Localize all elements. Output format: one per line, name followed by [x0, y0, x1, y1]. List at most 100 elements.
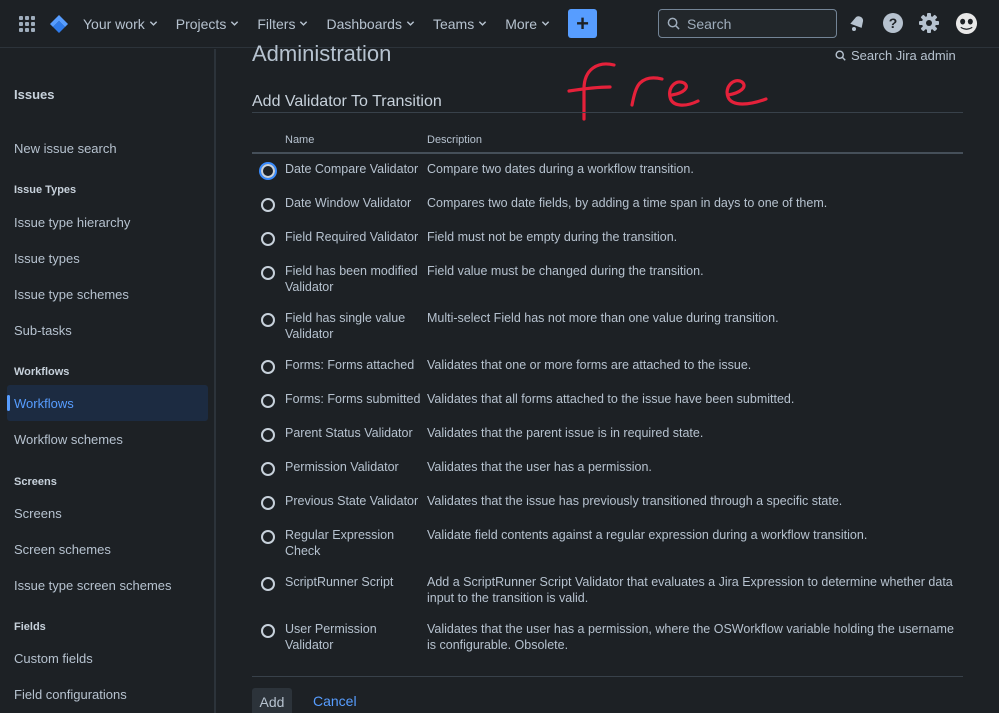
sidebar-item-workflow-schemes[interactable]: Workflow schemes	[14, 432, 123, 447]
radio-date-compare-validator[interactable]	[261, 164, 275, 178]
validator-name: User Permission Validator	[285, 622, 377, 652]
admin-title: Administration	[252, 41, 392, 66]
radio-forms-submitted[interactable]	[261, 394, 275, 408]
validator-name: ScriptRunner Script	[285, 575, 394, 589]
sidebar-heading-issue-types: Issue Types	[14, 184, 77, 196]
sidebar-item-screens[interactable]: Screens	[14, 506, 62, 521]
sidebar: Issues New issue search Issue Types Issu…	[0, 49, 216, 713]
nav-your-work[interactable]: Your work	[83, 16, 158, 32]
global-search[interactable]	[658, 9, 837, 38]
sidebar-title: Issues	[14, 87, 55, 102]
cancel-button[interactable]: Cancel	[313, 693, 357, 709]
sidebar-item-workflows[interactable]: Workflows	[7, 385, 208, 421]
validator-name: Forms: Forms submitted	[285, 392, 421, 406]
radio-regular-expression-check[interactable]	[261, 530, 275, 544]
nav-projects[interactable]: Projects	[176, 16, 240, 32]
chevron-down-icon	[479, 21, 487, 26]
validator-description: Multi-select Field has not more than one…	[427, 311, 779, 325]
validator-description: Validates that the parent issue is in re…	[427, 426, 704, 440]
app-switcher-icon[interactable]	[19, 15, 35, 32]
column-header-description: Description	[427, 134, 483, 146]
validator-name: Field has been modified Validator	[285, 264, 418, 294]
validator-name: Regular Expression Check	[285, 528, 395, 558]
validator-name: Date Window Validator	[285, 196, 412, 210]
nav-teams[interactable]: Teams	[433, 16, 487, 32]
page-title: Add Validator To Transition	[252, 93, 442, 110]
chevron-down-icon	[231, 21, 239, 26]
search-icon	[667, 17, 680, 30]
nav-more-label: More	[505, 15, 538, 32]
sidebar-item-issue-type-screen-schemes[interactable]: Issue type screen schemes	[14, 578, 172, 593]
radio-field-required-validator[interactable]	[261, 232, 275, 246]
sidebar-heading-workflows: Workflows	[14, 366, 70, 378]
nav-dashboards[interactable]: Dashboards	[326, 16, 415, 32]
sidebar-item-issue-types[interactable]: Issue types	[14, 251, 80, 266]
validator-description: Validates that the issue has previously …	[427, 494, 843, 508]
nav-dashboards-label: Dashboards	[326, 15, 402, 32]
validator-name: Parent Status Validator	[285, 426, 413, 440]
validator-description: Field must not be empty during the trans…	[427, 230, 678, 244]
add-button-label: Add	[259, 694, 285, 710]
handwritten-annotation	[567, 62, 768, 121]
sidebar-item-screen-schemes[interactable]: Screen schemes	[14, 542, 111, 557]
validator-description: Compare two dates during a workflow tran…	[427, 162, 694, 176]
divider	[252, 152, 963, 154]
validator-description: Validates that the user has a permission…	[427, 460, 652, 474]
radio-date-window-validator[interactable]	[261, 198, 275, 212]
chevron-down-icon	[149, 21, 157, 26]
chevron-down-icon	[541, 21, 550, 26]
sidebar-heading-screens: Screens	[14, 476, 57, 488]
sidebar-item-issue-type-hierarchy[interactable]: Issue type hierarchy	[14, 215, 130, 230]
validator-description: Validates that all forms attached to the…	[427, 392, 795, 406]
jira-logo-icon[interactable]	[49, 14, 69, 34]
nav-filters-label: Filters	[257, 15, 296, 32]
add-button[interactable]: Add	[252, 688, 292, 713]
validator-name: Permission Validator	[285, 460, 399, 474]
sidebar-item-sub-tasks[interactable]: Sub-tasks	[14, 323, 72, 338]
radio-previous-state-validator[interactable]	[261, 496, 275, 510]
validator-description: Validates that the user has a permission…	[427, 622, 954, 652]
sidebar-item-workflows-label: Workflows	[14, 395, 74, 411]
settings-icon[interactable]	[918, 12, 940, 34]
nav-more[interactable]: More	[505, 16, 550, 32]
search-input[interactable]	[687, 15, 827, 32]
chevron-down-icon	[300, 21, 308, 26]
sidebar-item-issue-type-schemes[interactable]: Issue type schemes	[14, 287, 129, 302]
create-button-label: +	[576, 10, 590, 36]
radio-forms-attached[interactable]	[261, 360, 275, 374]
radio-field-has-been-modified-validator[interactable]	[261, 266, 275, 280]
sidebar-item-field-configurations[interactable]: Field configurations	[14, 687, 127, 702]
search-jira-admin-link[interactable]: Search Jira admin	[835, 48, 956, 63]
nav-teams-label: Teams	[432, 15, 475, 32]
validator-description: Compares two date fields, by adding a ti…	[427, 196, 828, 210]
nav-projects-label: Projects	[175, 15, 227, 32]
validator-name: Forms: Forms attached	[285, 358, 415, 372]
search-icon	[835, 50, 846, 61]
column-header-name: Name	[285, 134, 315, 146]
radio-user-permission-validator[interactable]	[261, 624, 275, 638]
radio-scriptrunner-script[interactable]	[261, 577, 275, 591]
help-icon[interactable]: ?	[882, 12, 904, 34]
validator-description: Validate field contents against a regula…	[427, 528, 868, 542]
validator-name: Field Required Validator	[285, 230, 419, 244]
sidebar-item-new-issue-search[interactable]: New issue search	[14, 141, 117, 156]
sidebar-item-custom-fields[interactable]: Custom fields	[14, 651, 93, 666]
validator-description: Add a ScriptRunner Script Validator that…	[427, 575, 953, 605]
notifications-icon[interactable]	[846, 12, 868, 34]
radio-parent-status-validator[interactable]	[261, 428, 275, 442]
validator-description: Validates that one or more forms are att…	[427, 358, 752, 372]
chevron-down-icon	[406, 21, 415, 26]
nav-your-work-label: Your work	[83, 15, 145, 32]
avatar[interactable]	[955, 12, 978, 35]
svg-text:?: ?	[889, 15, 898, 31]
radio-permission-validator[interactable]	[261, 462, 275, 476]
validator-name: Previous State Validator	[285, 494, 419, 508]
sidebar-heading-fields: Fields	[14, 621, 46, 633]
search-jira-admin-label: Search Jira admin	[851, 48, 956, 63]
radio-field-has-single-value-validator[interactable]	[261, 313, 275, 327]
nav-filters[interactable]: Filters	[257, 16, 308, 32]
divider	[252, 676, 963, 677]
create-button[interactable]: +	[568, 9, 598, 38]
validator-name: Date Compare Validator	[285, 162, 419, 176]
validator-name: Field has single value Validator	[285, 311, 406, 341]
